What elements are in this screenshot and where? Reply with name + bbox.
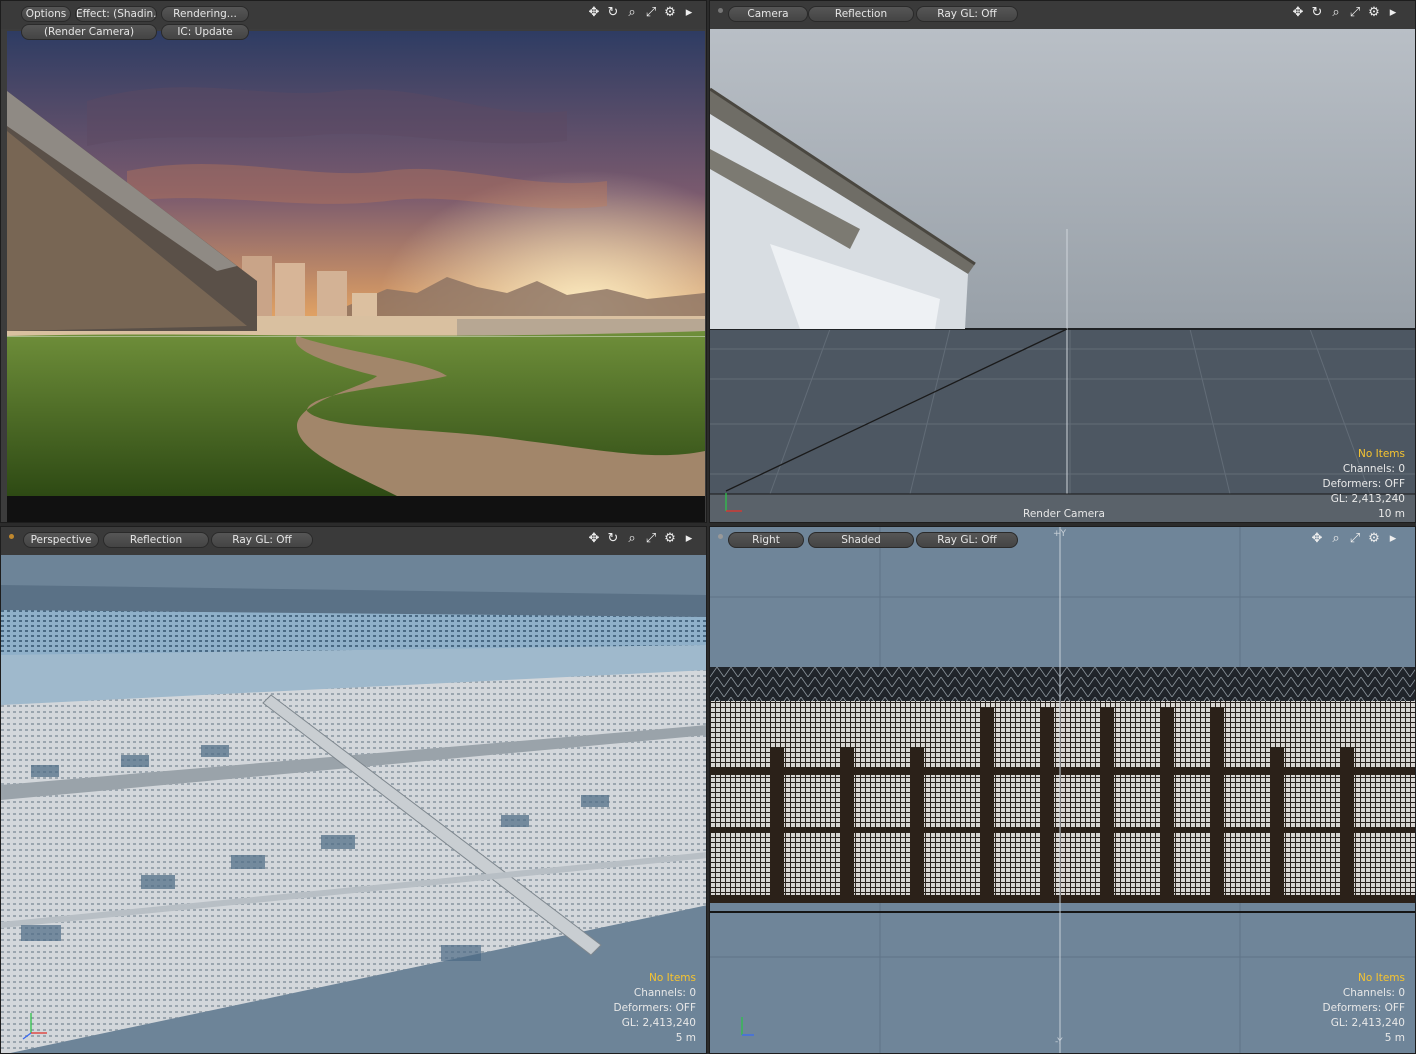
- render-status-bar: [7, 496, 705, 522]
- gear-icon[interactable]: ⚙: [663, 532, 677, 546]
- camera-scene: [710, 29, 1415, 522]
- zoom-icon[interactable]: ⌕: [1329, 532, 1343, 546]
- rotate-icon[interactable]: ↻: [1310, 6, 1324, 20]
- camera-viewport[interactable]: Camera Reflection Ray GL: Off ✥ ↻ ⌕ ⤢ ⚙ …: [709, 0, 1416, 523]
- raygl-dropdown[interactable]: Ray GL: Off: [211, 532, 313, 548]
- deformers-label: Deformers: OFF: [613, 1002, 697, 1014]
- grid-scale-label: 10 m: [1378, 508, 1405, 520]
- no-items-label: No Items: [1358, 972, 1405, 984]
- view-dropdown[interactable]: Right: [728, 532, 804, 548]
- rotate-icon[interactable]: ↻: [606, 6, 620, 20]
- zoom-icon[interactable]: ⌕: [625, 532, 639, 546]
- deformers-label: Deformers: OFF: [1322, 1002, 1406, 1014]
- viewport-menu-icon[interactable]: [718, 8, 723, 13]
- camera-viewport-header: Camera Reflection Ray GL: Off ✥ ↻ ⌕ ⤢ ⚙ …: [710, 1, 1415, 29]
- gl-count-label: GL: 2,413,240: [1330, 1017, 1405, 1029]
- move-icon[interactable]: ✥: [587, 532, 601, 546]
- shading-dropdown[interactable]: Shaded: [808, 532, 914, 548]
- render-viewport[interactable]: Options Effect: (Shadin... Rendering... …: [0, 0, 707, 523]
- rotate-icon[interactable]: ↻: [606, 532, 620, 546]
- expand-arrow-icon[interactable]: ▸: [682, 532, 696, 546]
- gl-count-label: GL: 2,413,240: [621, 1017, 696, 1029]
- perspective-viewport-header: Perspective Reflection Ray GL: Off ✥ ↻ ⌕…: [1, 527, 706, 555]
- shading-dropdown[interactable]: Reflection: [808, 6, 914, 22]
- grid-scale-label: 5 m: [675, 1032, 696, 1044]
- raygl-dropdown[interactable]: Ray GL: Off: [916, 6, 1018, 22]
- right-viewport-header: Right Shaded Ray GL: Off ✥ ⌕ ⤢ ⚙ ▸: [710, 527, 1415, 555]
- right-viewport[interactable]: Right Shaded Ray GL: Off ✥ ⌕ ⤢ ⚙ ▸ +Y -Y…: [709, 526, 1416, 1054]
- expand-arrow-icon[interactable]: ▸: [1386, 6, 1400, 20]
- grid-scale-label: 5 m: [1384, 1032, 1405, 1044]
- maximize-icon[interactable]: ⤢: [1348, 6, 1362, 20]
- viewport-menu-icon[interactable]: [9, 534, 14, 539]
- camera-name-label: Render Camera: [1023, 508, 1105, 520]
- move-icon[interactable]: ✥: [1291, 6, 1305, 20]
- move-icon[interactable]: ✥: [1310, 532, 1324, 546]
- rendering-dropdown[interactable]: Rendering...: [161, 6, 249, 22]
- deformers-label: Deformers: OFF: [1322, 478, 1406, 490]
- render-camera-dropdown[interactable]: (Render Camera): [21, 24, 157, 40]
- gl-count-label: GL: 2,413,240: [1330, 493, 1405, 505]
- zoom-icon[interactable]: ⌕: [1329, 6, 1343, 20]
- axis-minus-y-label: -Y: [1055, 1037, 1063, 1047]
- maximize-icon[interactable]: ⤢: [644, 6, 658, 20]
- axis-gizmo-icon: [741, 1017, 754, 1036]
- gear-icon[interactable]: ⚙: [663, 6, 677, 20]
- ic-update-dropdown[interactable]: IC: Update: [161, 24, 249, 40]
- move-icon[interactable]: ✥: [587, 6, 601, 20]
- gear-icon[interactable]: ⚙: [1367, 6, 1381, 20]
- right-ortho-scene: [710, 527, 1415, 1053]
- raygl-dropdown[interactable]: Ray GL: Off: [916, 532, 1018, 548]
- render-viewport-header: Options Effect: (Shadin... Rendering... …: [1, 1, 706, 40]
- channels-label: Channels: 0: [633, 987, 696, 999]
- no-items-label: No Items: [1358, 448, 1405, 460]
- channels-label: Channels: 0: [1342, 463, 1405, 475]
- maximize-icon[interactable]: ⤢: [644, 532, 658, 546]
- channels-label: Channels: 0: [1342, 987, 1405, 999]
- gear-icon[interactable]: ⚙: [1367, 532, 1381, 546]
- render-image: [7, 31, 705, 496]
- perspective-scene: [1, 555, 706, 1053]
- no-items-label: No Items: [649, 972, 696, 984]
- zoom-icon[interactable]: ⌕: [625, 6, 639, 20]
- expand-arrow-icon[interactable]: ▸: [1386, 532, 1400, 546]
- view-dropdown[interactable]: Camera: [728, 6, 808, 22]
- options-button[interactable]: Options: [21, 6, 71, 22]
- viewport-menu-icon[interactable]: [718, 534, 723, 539]
- shading-dropdown[interactable]: Reflection: [103, 532, 209, 548]
- viewport-info: No Items Channels: 0 Deformers: OFF GL: …: [614, 971, 697, 1046]
- view-dropdown[interactable]: Perspective: [23, 532, 99, 548]
- maximize-icon[interactable]: ⤢: [1348, 532, 1362, 546]
- expand-arrow-icon[interactable]: ▸: [682, 6, 696, 20]
- effect-dropdown[interactable]: Effect: (Shadin...: [75, 6, 157, 22]
- viewport-info: No Items Channels: 0 Deformers: OFF GL: …: [1323, 971, 1406, 1046]
- perspective-viewport[interactable]: Perspective Reflection Ray GL: Off ✥ ↻ ⌕…: [0, 526, 707, 1054]
- viewport-info: No Items Channels: 0 Deformers: OFF GL: …: [1323, 447, 1406, 522]
